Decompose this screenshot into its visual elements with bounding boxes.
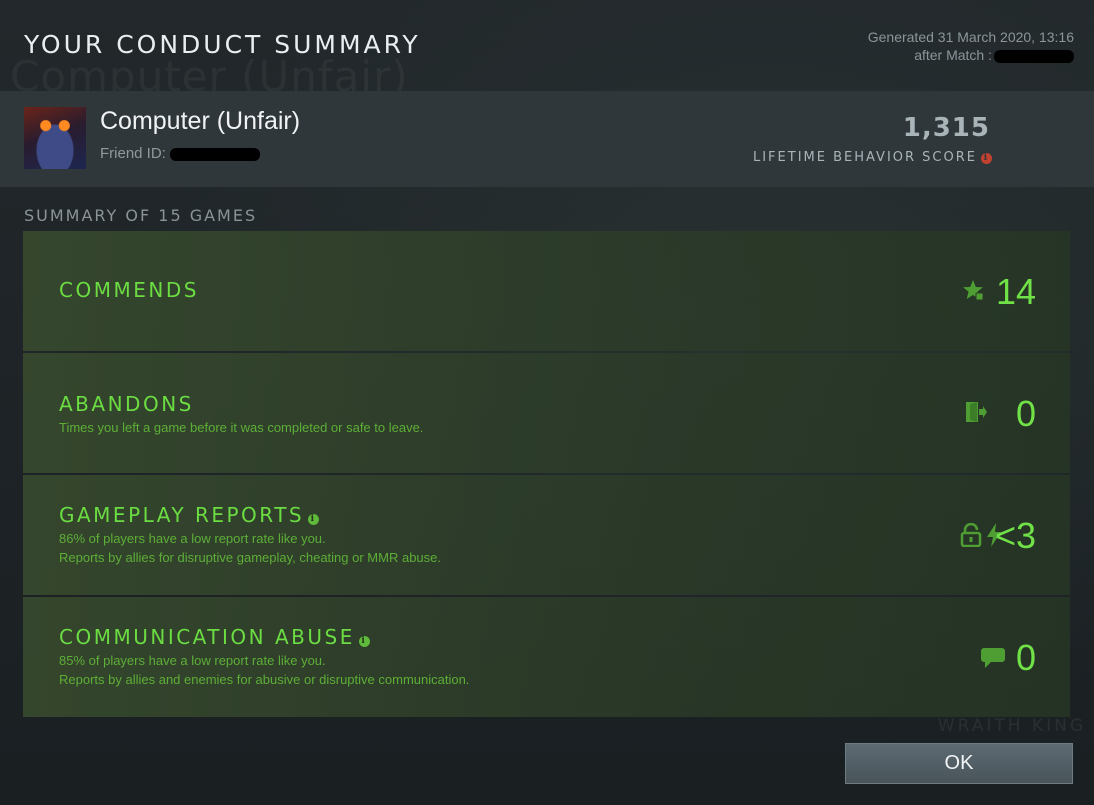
commends-row: COMMENDS 14: [23, 231, 1070, 351]
star-thumb-icon: [963, 280, 984, 301]
after-match: after Match :: [868, 46, 1074, 64]
communication-abuse-value: 0: [1015, 637, 1036, 678]
gameplay-reports-explanation: Reports by allies for disruptive gamepla…: [59, 550, 441, 565]
profile-bar: Computer (Unfair) Friend ID: 1,315 LIFET…: [0, 91, 1094, 187]
ok-button[interactable]: OK: [845, 743, 1073, 784]
commends-value: 14: [995, 271, 1036, 312]
lock-icon: [960, 523, 982, 547]
communication-abuse-description: 85% of players have a low report rate li…: [59, 651, 469, 689]
friend-id-label: Friend ID:: [100, 145, 166, 162]
communication-abuse-stat: 85% of players have a low report rate li…: [59, 653, 326, 668]
friend-id: Friend ID:: [100, 145, 260, 162]
abandons-description: Times you left a game before it was comp…: [59, 420, 424, 435]
behavior-score-label: LIFETIME BEHAVIOR SCORE i: [753, 150, 992, 165]
communication-abuse-label: COMMUNICATION ABUSE i: [59, 625, 370, 649]
gameplay-reports-label: GAMEPLAY REPORTS i: [59, 503, 320, 527]
exit-door-icon: [966, 402, 987, 422]
gameplay-reports-row: GAMEPLAY REPORTS i 86% of players have a …: [23, 475, 1070, 595]
summary-title: SUMMARY OF 15 GAMES: [24, 206, 258, 225]
gameplay-reports-label-text: GAMEPLAY REPORTS: [59, 503, 305, 527]
behavior-score-label-text: LIFETIME BEHAVIOR SCORE: [752, 150, 977, 165]
redacted-match-id: [994, 49, 1074, 63]
generated-date: Generated 31 March 2020, 13:16: [867, 29, 1074, 45]
info-icon[interactable]: i: [308, 514, 320, 525]
abandons-label: ABANDONS: [59, 392, 194, 416]
info-icon[interactable]: i: [358, 636, 370, 647]
communication-abuse-label-text: COMMUNICATION ABUSE: [59, 625, 355, 649]
generated-info: Generated 31 March 2020, 13:16 after Mat…: [868, 28, 1074, 64]
commends-label: COMMENDS: [59, 278, 199, 302]
info-icon[interactable]: i: [981, 153, 992, 164]
summary-rows: COMMENDS 14 ABANDONS Times you left a ga…: [23, 231, 1070, 719]
abandons-value: 0: [1015, 393, 1036, 434]
avatar: [24, 107, 86, 169]
abandons-row: ABANDONS Times you left a game before it…: [23, 353, 1070, 473]
gameplay-reports-description: 86% of players have a low report rate li…: [59, 529, 441, 567]
communication-abuse-explanation: Reports by allies and enemies for abusiv…: [59, 672, 470, 687]
communication-abuse-row: COMMUNICATION ABUSE i 85% of players have…: [23, 597, 1070, 717]
behavior-score-value: 1,315: [902, 113, 990, 143]
background-ghost-hero: WRAITH KING: [937, 716, 1086, 736]
redacted-friend-id: [169, 147, 260, 161]
gameplay-reports-stat: 86% of players have a low report rate li…: [59, 531, 326, 546]
speech-bubble-icon: [981, 648, 1005, 668]
gameplay-reports-value: <3: [994, 515, 1036, 556]
player-name: Computer (Unfair): [100, 107, 301, 135]
after-match-label: after Match :: [914, 47, 992, 63]
page-title: YOUR CONDUCT SUMMARY: [24, 30, 421, 59]
